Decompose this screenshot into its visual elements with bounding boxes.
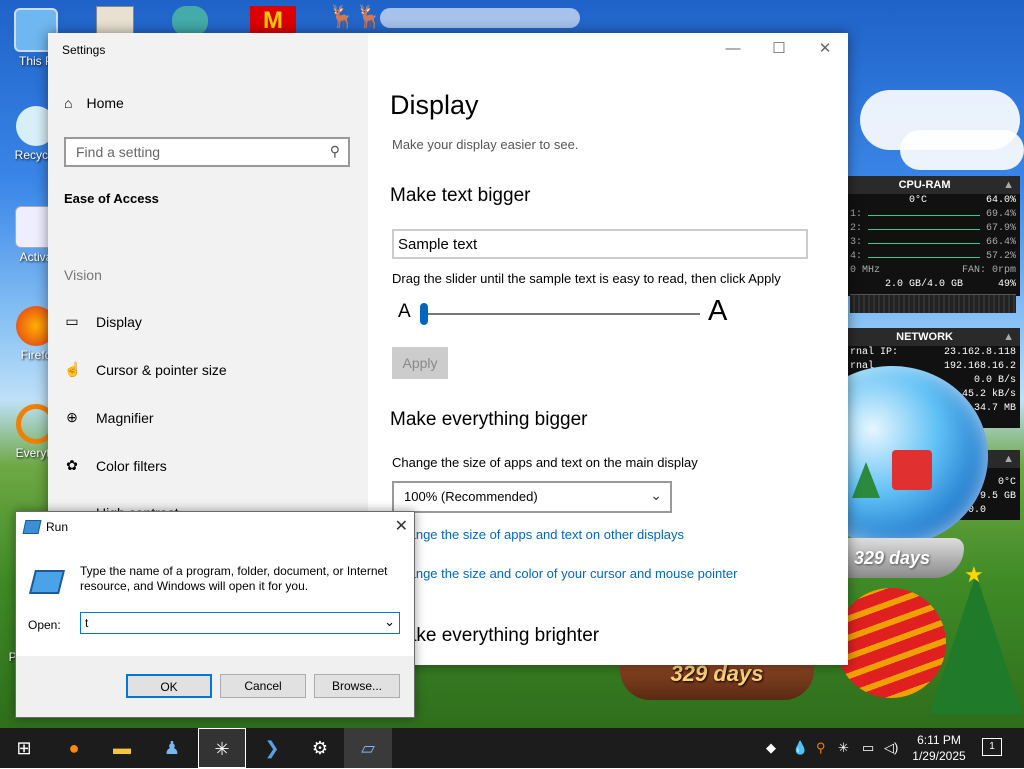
- group-label: Vision: [64, 267, 102, 283]
- nav-item-display[interactable]: ▭ Display: [64, 313, 142, 330]
- minimize-button[interactable]: —: [710, 33, 756, 65]
- window-controls: — ☐ ✕: [710, 33, 848, 65]
- reindeer-icon[interactable]: 🦌🦌: [328, 4, 418, 34]
- everything-bigger-heading: Make everything bigger: [390, 409, 588, 430]
- powershell-icon: ❯: [264, 738, 280, 758]
- monitor-icon: ▭: [65, 313, 79, 329]
- home-nav[interactable]: ⌂ Home: [64, 95, 124, 111]
- gadget-title: NETWORK: [896, 331, 953, 343]
- taskbar-clock[interactable]: 6:11 PM 1/29/2025: [906, 732, 972, 764]
- run-body: Type the name of a program, folder, docu…: [16, 542, 414, 656]
- taskbar-run[interactable]: ▱: [344, 728, 392, 768]
- taskbar-app[interactable]: ♟: [148, 728, 196, 768]
- windows-icon: ⊞: [16, 738, 32, 758]
- mcdonalds-icon[interactable]: M: [250, 6, 296, 36]
- people-icon: ♟: [163, 738, 181, 758]
- run-icon: [22, 520, 42, 534]
- scale-dropdown[interactable]: 100% (Recommended) ⌄: [392, 481, 672, 513]
- start-button[interactable]: ⊞: [0, 728, 48, 768]
- home-icon: ⌂: [64, 95, 73, 111]
- desktop-app-icon[interactable]: [172, 6, 208, 36]
- cancel-button[interactable]: Cancel: [220, 674, 306, 698]
- run-titlebar: Run ✕: [16, 512, 414, 542]
- section-heading: Ease of Access: [64, 191, 159, 206]
- settings-content: — ☐ ✕ Display Make your display easier t…: [368, 33, 848, 665]
- chevron-down-icon: ⌄: [650, 487, 662, 503]
- close-icon[interactable]: ✕: [395, 516, 408, 536]
- firefox-icon: ●: [68, 738, 80, 758]
- chevron-down-icon[interactable]: ⌄: [384, 614, 395, 630]
- nav-item-magnifier[interactable]: ⊕ Magnifier: [64, 409, 153, 426]
- maximize-button[interactable]: ☐: [756, 33, 802, 65]
- brighter-heading: Make everything brighter: [390, 625, 600, 646]
- cursor-icon: ☝: [64, 361, 82, 377]
- run-description: Type the name of a program, folder, docu…: [80, 564, 388, 593]
- taskbar-powershell[interactable]: ❯: [248, 728, 296, 768]
- cursor-settings-link[interactable]: Change the size and color of your cursor…: [392, 566, 737, 581]
- clock-date: 1/29/2025: [912, 749, 966, 763]
- volume-icon[interactable]: ◁): [884, 740, 898, 756]
- collapse-icon[interactable]: ▲: [1003, 176, 1014, 194]
- open-input[interactable]: t ⌄: [80, 612, 400, 634]
- gadget-title: CPU-RAM: [898, 179, 951, 191]
- taskbar-settings[interactable]: ⚙: [296, 728, 344, 768]
- other-displays-link[interactable]: Change the size of apps and text on othe…: [392, 527, 684, 542]
- star-icon: ★: [964, 562, 984, 587]
- scale-description: Change the size of apps and text on the …: [392, 455, 698, 470]
- text-bigger-heading: Make text bigger: [390, 185, 531, 206]
- candy-decoration: [836, 588, 946, 698]
- taskbar-snowflake-app[interactable]: ✳: [198, 728, 246, 768]
- text-size-slider-thumb[interactable]: [420, 303, 428, 325]
- notification-icon[interactable]: 1: [982, 738, 1002, 756]
- slider-instructions: Drag the slider until the sample text is…: [392, 271, 781, 286]
- page-subtitle: Make your display easier to see.: [392, 137, 579, 152]
- tray-app-icon[interactable]: ◆: [766, 740, 776, 756]
- gear-icon: ⚙: [311, 738, 329, 758]
- apply-button[interactable]: Apply: [392, 347, 448, 379]
- magnifier-icon: ⊕: [66, 409, 78, 425]
- sample-text-box: Sample text: [392, 229, 808, 259]
- close-button[interactable]: ✕: [802, 33, 848, 65]
- run-icon: ▱: [361, 738, 375, 758]
- nav-item-cursor[interactable]: ☝ Cursor & pointer size: [64, 361, 227, 378]
- slider-small-label: A: [398, 301, 411, 322]
- collapse-icon[interactable]: ▲: [1003, 328, 1014, 346]
- snowflake-icon: ✳: [214, 739, 230, 759]
- taskbar: ⊞ ● ▬ ♟ ✳ ❯ ⚙ ▱ ◆ 💧 ⚲ ✳ ▭ ◁) 6:11 PM 1/2…: [0, 728, 1024, 768]
- slider-big-label: A: [708, 295, 728, 327]
- search-everything-icon[interactable]: ⚲: [816, 740, 826, 756]
- run-large-icon: [29, 570, 65, 594]
- window-title: Settings: [62, 43, 106, 57]
- folder-icon: ▬: [113, 738, 131, 758]
- network-icon[interactable]: ▭: [862, 740, 874, 756]
- nav-item-color-filters[interactable]: ✿ Color filters: [64, 457, 167, 474]
- run-title: Run: [46, 520, 69, 534]
- taskbar-file-explorer[interactable]: ▬: [98, 728, 146, 768]
- search-input[interactable]: Find a setting ⚲: [64, 137, 350, 167]
- ok-button[interactable]: OK: [126, 674, 212, 698]
- browse-button[interactable]: Browse...: [314, 674, 400, 698]
- collapse-icon[interactable]: ▲: [1003, 453, 1014, 465]
- cpu-ram-gadget: CPU-RAM ▲ 0°C 64.0% 1: 69.4% 2: 67.9% 3: 66.4…: [846, 176, 1020, 313]
- snowflake-tray-icon[interactable]: ✳: [838, 740, 849, 756]
- taskbar-firefox[interactable]: ●: [50, 728, 98, 768]
- page-title: Display: [390, 90, 479, 120]
- run-dialog: Run ✕ Type the name of a program, folder…: [15, 511, 415, 718]
- color-filters-icon: ✿: [66, 457, 78, 473]
- open-label: Open:: [28, 618, 61, 632]
- search-icon: ⚲: [329, 143, 340, 159]
- droplet-icon[interactable]: 💧: [792, 740, 808, 756]
- clock-time: 6:11 PM: [917, 733, 961, 747]
- text-size-slider-track[interactable]: [424, 313, 700, 315]
